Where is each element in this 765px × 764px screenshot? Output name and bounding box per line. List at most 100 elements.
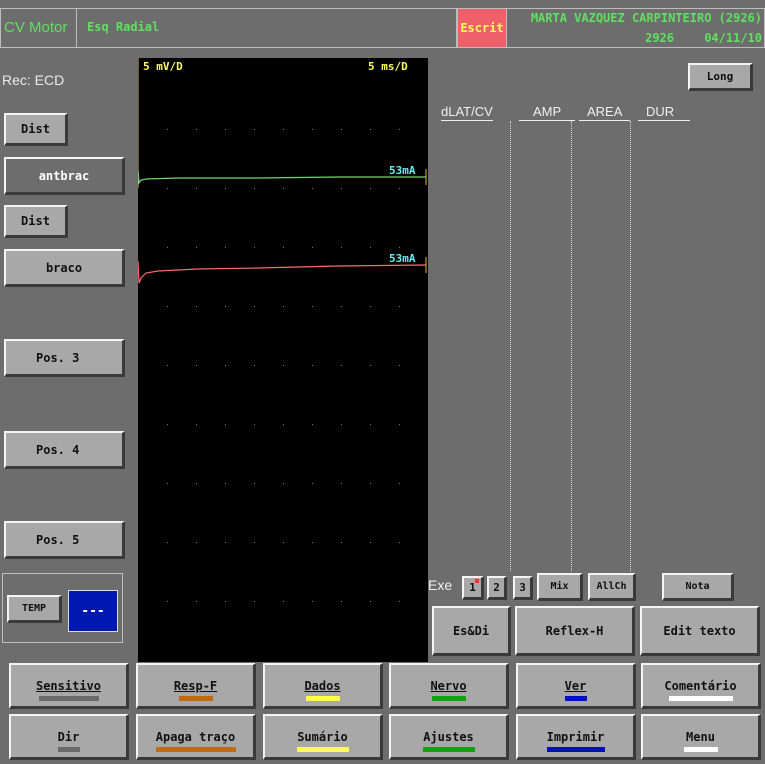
color-key: [178, 696, 213, 701]
grid-dot: [167, 306, 168, 307]
temperature-value: ---: [68, 590, 118, 632]
color-key: [305, 696, 340, 701]
grid-dot: [399, 542, 400, 543]
ver-button[interactable]: Ver: [516, 663, 636, 709]
grid-dot: [312, 601, 313, 602]
dist-button-2[interactable]: Dist: [4, 205, 68, 238]
grid-dot: [283, 306, 284, 307]
grid-dot: [312, 188, 313, 189]
grid-dot: [399, 129, 400, 130]
grid-dot: [167, 601, 168, 602]
temp-button[interactable]: TEMP: [7, 595, 62, 623]
nerve-title-box: Esq Radial: [77, 8, 457, 48]
nota-button[interactable]: Nota: [662, 573, 734, 601]
ver-label: Ver: [564, 678, 587, 693]
color-key: [155, 747, 236, 752]
comentario-label: Comentário: [664, 678, 737, 693]
color-key: [546, 747, 605, 752]
grid-dot: [283, 129, 284, 130]
grid-dot: [283, 601, 284, 602]
reflex-h-button[interactable]: Reflex-H: [515, 606, 635, 656]
apaga-traco-button[interactable]: Apaga traço: [136, 714, 256, 760]
resp-f-button[interactable]: Resp-F: [136, 663, 256, 709]
grid-dot: [167, 247, 168, 248]
edit-text-button[interactable]: Edit texto: [640, 606, 760, 656]
grid-dot: [196, 129, 197, 130]
column-dur: DUR: [638, 104, 691, 121]
grid-dot: [283, 424, 284, 425]
nerve-title: Esq Radial: [87, 20, 160, 34]
dir-button[interactable]: Dir: [9, 714, 129, 760]
patient-info-box: MARTA VAZQUEZ CARPINTEIRO (2926) 2926 04…: [507, 8, 765, 48]
grid-dot: [225, 601, 226, 602]
waveform-display[interactable]: 5 mV/D 5 ms/D 53mA 53mA: [138, 58, 428, 662]
trace-2-current: 53mA: [389, 252, 416, 265]
grid-dot: [283, 483, 284, 484]
position-3-button[interactable]: Pos. 3: [4, 339, 125, 377]
grid-dot: [341, 247, 342, 248]
grid-dot: [283, 365, 284, 366]
exe-3-button[interactable]: 3: [513, 576, 533, 600]
grid-dot: [370, 129, 371, 130]
nervo-button[interactable]: Nervo: [389, 663, 509, 709]
imprimir-button[interactable]: Imprimir: [516, 714, 636, 760]
column-dlat-cv: dLAT/CV: [441, 104, 493, 121]
dados-label: Dados: [304, 678, 341, 693]
grid-dot: [312, 483, 313, 484]
grid-dot: [254, 424, 255, 425]
grid-dot: [196, 542, 197, 543]
esdi-button[interactable]: Es&Di: [432, 606, 511, 656]
menu-label: Menu: [686, 729, 715, 744]
site-antbrac-button[interactable]: antbrac: [4, 157, 125, 195]
column-amp: AMP: [519, 104, 576, 121]
color-key: [57, 747, 80, 752]
trace-1-current: 53mA: [389, 164, 416, 177]
grid-dot: [225, 424, 226, 425]
grid-dot: [399, 424, 400, 425]
grid-dot: [312, 129, 313, 130]
column-divider: [630, 121, 631, 571]
escrit-button[interactable]: Escrit: [457, 8, 507, 48]
grid-dot: [341, 424, 342, 425]
exe-1-button[interactable]: 1: [462, 576, 484, 600]
site-braco-button[interactable]: braco: [4, 249, 125, 287]
grid-dot: [254, 129, 255, 130]
sumario-button[interactable]: Sumário: [263, 714, 383, 760]
grid-dot: [312, 365, 313, 366]
comentario-button[interactable]: Comentário: [641, 663, 761, 709]
sensitivo-button[interactable]: Sensitivo: [9, 663, 129, 709]
grid-dot: [283, 542, 284, 543]
ajustes-label: Ajustes: [423, 729, 474, 744]
grid-dot: [341, 542, 342, 543]
grid-dot: [283, 188, 284, 189]
grid-dot: [167, 188, 168, 189]
app-title-box: CV Motor: [0, 8, 77, 48]
exe-2-button[interactable]: 2: [487, 576, 507, 600]
position-4-button[interactable]: Pos. 4: [4, 431, 125, 469]
menu-button[interactable]: Menu: [641, 714, 761, 760]
position-5-button[interactable]: Pos. 5: [4, 521, 125, 559]
grid-dot: [341, 188, 342, 189]
grid-dot: [370, 188, 371, 189]
grid-dot: [167, 483, 168, 484]
grid-dot: [370, 601, 371, 602]
dados-button[interactable]: Dados: [263, 663, 383, 709]
column-divider: [510, 121, 511, 571]
grid-dot: [254, 542, 255, 543]
allch-button[interactable]: AllCh: [588, 573, 636, 601]
grid-dot: [167, 129, 168, 130]
grid-dot: [225, 188, 226, 189]
grid-dot: [167, 424, 168, 425]
sensitivity-label: 5 mV/D: [143, 60, 183, 73]
grid-dot: [225, 365, 226, 366]
grid-dot: [341, 306, 342, 307]
grid-dot: [225, 247, 226, 248]
dist-button-1[interactable]: Dist: [4, 113, 68, 146]
grid-dot: [254, 188, 255, 189]
long-button[interactable]: Long: [688, 63, 753, 91]
ajustes-button[interactable]: Ajustes: [389, 714, 509, 760]
dir-label: Dir: [57, 729, 80, 744]
column-divider: [571, 121, 572, 571]
grid-dot: [341, 601, 342, 602]
mix-button[interactable]: Mix: [537, 573, 583, 601]
